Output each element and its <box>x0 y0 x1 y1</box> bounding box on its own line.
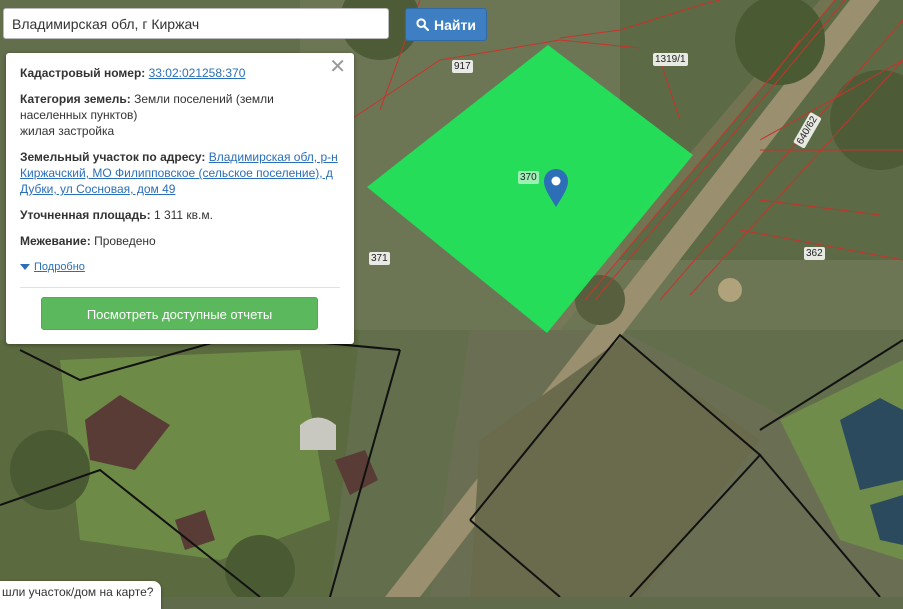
help-tab[interactable]: шли участок/дом на карте? <box>0 581 162 609</box>
category-row: Категория земель: Земли поселений (земли… <box>20 91 340 139</box>
search-icon <box>416 18 430 31</box>
parcel-label-917[interactable]: 917 <box>452 60 473 73</box>
area-label: Уточненная площадь: <box>20 208 151 222</box>
close-icon[interactable]: ✕ <box>329 57 346 77</box>
parcel-label-362[interactable]: 362 <box>804 247 825 260</box>
details-toggle[interactable]: Подробно <box>20 259 340 275</box>
view-reports-button[interactable]: Посмотреть доступные отчеты <box>41 297 318 330</box>
survey-label: Межевание: <box>20 234 91 248</box>
survey-value: Проведено <box>94 234 156 248</box>
area-value: 1 311 кв.м. <box>153 208 213 222</box>
search-input[interactable] <box>3 8 389 39</box>
address-label: Земельный участок по адресу: <box>20 150 206 164</box>
usage-value: жилая застройка <box>20 124 115 138</box>
category-label: Категория земель: <box>20 92 131 106</box>
divider <box>20 287 340 288</box>
caret-down-icon <box>20 264 30 270</box>
address-row: Земельный участок по адресу: Владимирска… <box>20 149 340 197</box>
cadastral-row: Кадастровый номер: 33:02:021258:370 <box>20 65 340 81</box>
cadastral-label: Кадастровый номер: <box>20 66 146 80</box>
search-button[interactable]: Найти <box>405 8 487 41</box>
search-button-label: Найти <box>434 16 476 33</box>
area-row: Уточненная площадь: 1 311 кв.м. <box>20 207 340 223</box>
parcel-info-panel: ✕ Кадастровый номер: 33:02:021258:370 Ка… <box>6 53 354 344</box>
survey-row: Межевание: Проведено <box>20 233 340 249</box>
parcel-label-1319[interactable]: 1319/1 <box>653 53 688 66</box>
details-label: Подробно <box>34 261 85 273</box>
cadastral-number-link[interactable]: 33:02:021258:370 <box>149 66 246 80</box>
parcel-label-371[interactable]: 371 <box>369 252 390 265</box>
parcel-label-370[interactable]: 370 <box>518 171 539 184</box>
